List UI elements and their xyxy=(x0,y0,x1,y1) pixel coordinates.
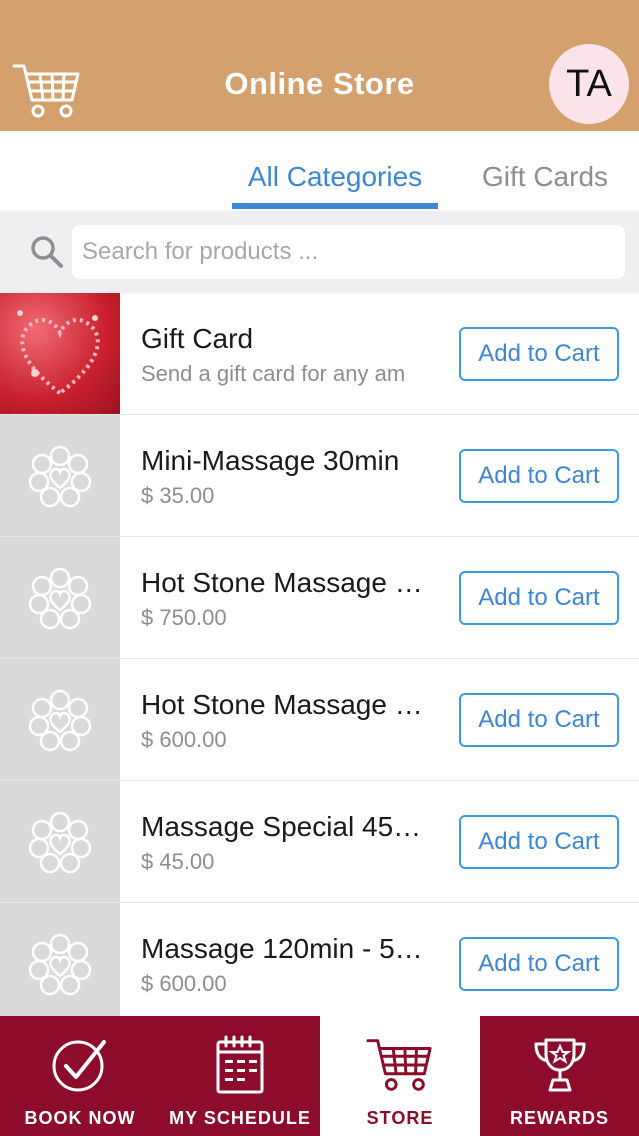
product-thumbnail xyxy=(0,781,120,902)
product-price: $ 600.00 xyxy=(141,727,227,752)
spa-placeholder-icon xyxy=(28,689,92,751)
product-thumbnail xyxy=(0,537,120,658)
list-item[interactable]: Hot Stone Massage … $ 750.00 Add to Cart xyxy=(0,537,639,659)
nav-label: BOOK NOW xyxy=(24,1108,136,1128)
category-tabs: All Categories Gift Cards xyxy=(0,131,639,211)
product-title: Hot Stone Massage … xyxy=(141,567,423,598)
spa-placeholder-icon xyxy=(28,933,92,995)
nav-rewards[interactable]: REWARDS xyxy=(480,1016,639,1136)
heart-icon xyxy=(17,310,100,396)
check-circle-icon xyxy=(52,1040,106,1092)
product-title: Massage Special 45… xyxy=(141,811,422,842)
add-to-cart-button[interactable]: Add to Cart xyxy=(459,693,619,747)
add-to-cart-button[interactable]: Add to Cart xyxy=(459,815,619,869)
calendar-icon xyxy=(216,1035,264,1094)
trophy-icon xyxy=(534,1038,585,1092)
nav-my-schedule[interactable]: MY SCHEDULE xyxy=(160,1016,320,1136)
tab-all-categories[interactable]: All Categories xyxy=(232,161,438,193)
add-to-cart-button[interactable]: Add to Cart xyxy=(459,937,619,991)
search-input[interactable] xyxy=(72,225,625,279)
list-item[interactable]: Mini-Massage 30min $ 35.00 Add to Cart xyxy=(0,415,639,537)
bottom-nav: BOOK NOW MY SCHEDULE STORE REWARDS xyxy=(0,1016,639,1136)
product-price: $ 600.00 xyxy=(141,971,227,996)
gift-card-image xyxy=(0,293,120,414)
product-thumbnail xyxy=(0,415,120,536)
product-title: Gift Card xyxy=(141,323,254,354)
product-thumbnail xyxy=(0,659,120,780)
product-title: Mini-Massage 30min xyxy=(141,445,400,476)
product-price: $ 750.00 xyxy=(141,605,227,630)
spa-placeholder-icon xyxy=(28,567,92,629)
list-item[interactable]: Hot Stone Massage … $ 600.00 Add to Cart xyxy=(0,659,639,781)
nav-label: REWARDS xyxy=(509,1108,609,1128)
tab-gift-cards[interactable]: Gift Cards xyxy=(470,161,620,193)
search-bar xyxy=(0,211,639,293)
product-description: Send a gift card for any am xyxy=(141,361,406,386)
active-tab-indicator xyxy=(232,203,438,209)
page-title: Online Store xyxy=(224,66,415,101)
list-item[interactable]: Massage 120min - 5… $ 600.00 Add to Cart xyxy=(0,903,639,1025)
add-to-cart-button[interactable]: Add to Cart xyxy=(459,571,619,625)
product-price: $ 35.00 xyxy=(141,483,215,508)
nav-store[interactable]: STORE xyxy=(320,1016,480,1136)
product-price: $ 45.00 xyxy=(141,849,215,874)
search-icon xyxy=(31,236,63,268)
list-item[interactable]: Gift Card Send a gift card for any am Ad… xyxy=(0,293,639,415)
cart-icon xyxy=(366,1039,432,1091)
product-thumbnail xyxy=(0,903,120,1024)
spa-placeholder-icon xyxy=(28,811,92,873)
list-item[interactable]: Massage Special 45… $ 45.00 Add to Cart xyxy=(0,781,639,903)
add-to-cart-button[interactable]: Add to Cart xyxy=(459,449,619,503)
product-title: Hot Stone Massage … xyxy=(141,689,423,720)
product-list: Gift Card Send a gift card for any am Ad… xyxy=(0,293,639,1025)
nav-label: STORE xyxy=(366,1108,434,1128)
spa-placeholder-icon xyxy=(28,445,92,507)
app-header: Online Store TA xyxy=(0,0,639,131)
add-to-cart-button[interactable]: Add to Cart xyxy=(459,327,619,381)
nav-label: MY SCHEDULE xyxy=(169,1108,311,1128)
nav-book-now[interactable]: BOOK NOW xyxy=(0,1016,160,1136)
avatar[interactable]: TA xyxy=(549,44,629,124)
product-title: Massage 120min - 5… xyxy=(141,933,423,964)
